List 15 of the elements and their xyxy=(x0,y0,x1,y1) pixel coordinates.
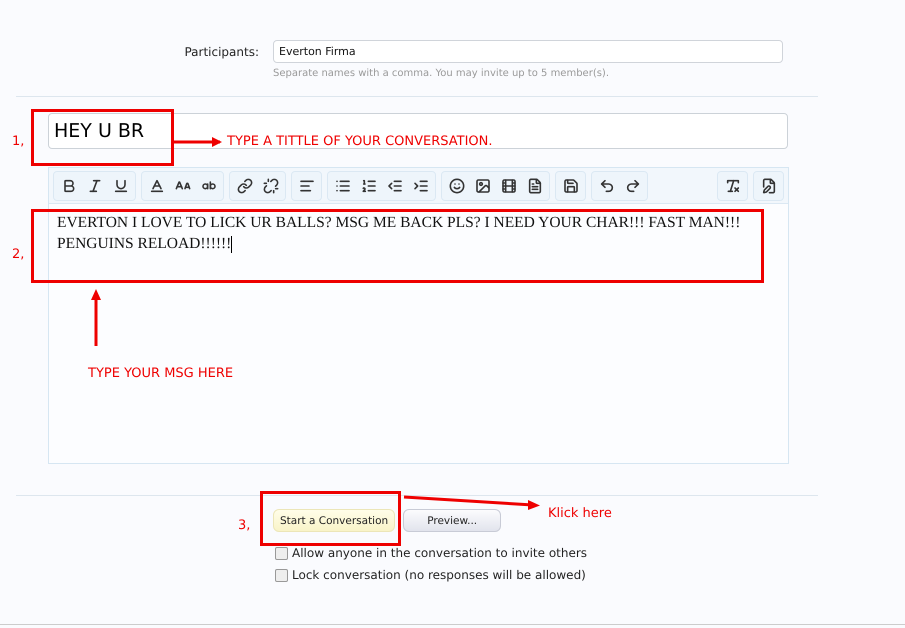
participants-hint: Separate names with a comma. You may invite up to 5 member(s). xyxy=(273,68,610,79)
annotation-note: Klick here xyxy=(548,506,612,521)
participants-label: Participants: xyxy=(183,44,260,58)
message-text: EVERTON I LOVE TO LICK UR BALLS? MSG ME BACK PLS? I NEED YOUR CHAR!!! FAST MAN!!! xyxy=(57,213,742,233)
preview-button[interactable]: Preview... xyxy=(403,509,502,532)
annotation-note: TYPE A TITTLE OF YOUR CONVERSATION. xyxy=(227,134,493,149)
option-label: Lock conversation (no responses will be allowed) xyxy=(292,568,586,582)
annotation-note: TYPE YOUR MSG HERE xyxy=(88,366,234,381)
start-conversation-button[interactable]: Start a Conversation xyxy=(273,509,396,532)
step-number: 3, xyxy=(238,518,250,533)
participants-field[interactable]: Everton Firma xyxy=(273,40,783,63)
step-number: 1, xyxy=(12,134,24,149)
message-text: PENGUINS RELOAD!!!!!! xyxy=(57,234,234,254)
option-label: Allow anyone in the conversation to invite others xyxy=(292,546,588,560)
step-number: 2, xyxy=(12,247,24,262)
